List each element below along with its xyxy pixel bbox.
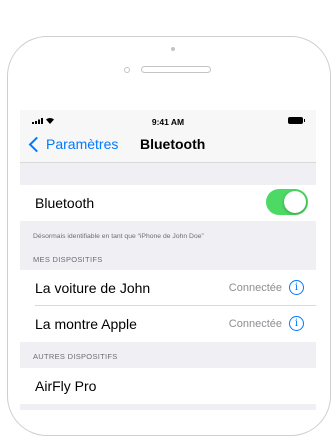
device-status: Connectée: [228, 282, 282, 294]
group-spacer: [20, 163, 316, 185]
status-time: 9:41 AM: [151, 117, 185, 127]
my-devices-header: MES DISPOSITIFS: [33, 255, 103, 264]
back-button[interactable]: Paramètres: [28, 134, 118, 154]
proximity-sensor: [124, 67, 130, 73]
bluetooth-toggle[interactable]: [266, 189, 308, 215]
back-label: Paramètres: [46, 136, 119, 152]
bluetooth-label: Bluetooth: [35, 195, 95, 211]
navigation-bar: 9:41 AM Paramètres Bluetooth: [20, 110, 316, 163]
other-devices-header: AUTRES DISPOSITIFS: [33, 352, 118, 361]
toggle-knob: [284, 191, 306, 213]
phone-screen: 9:41 AM Paramètres Bluetooth Bluetooth D…: [20, 110, 316, 410]
earpiece-speaker: [141, 66, 211, 73]
device-row-car[interactable]: La voiture de John Connectée i: [20, 270, 316, 306]
device-row-watch[interactable]: La montre Apple Connectée i: [20, 306, 316, 342]
device-row-airfly[interactable]: AirFly Pro: [20, 368, 316, 404]
device-status: Connectée: [228, 318, 282, 330]
bluetooth-row: Bluetooth: [20, 185, 316, 221]
device-name: AirFly Pro: [35, 378, 97, 394]
info-icon[interactable]: i: [289, 316, 304, 331]
device-name: La montre Apple: [35, 316, 137, 332]
chevron-left-icon: [28, 136, 45, 152]
info-icon[interactable]: i: [289, 280, 304, 295]
front-camera: [171, 47, 175, 51]
device-name: La voiture de John: [35, 280, 151, 296]
discoverable-note: Désormais identifiable en tant que “iPho…: [33, 233, 204, 240]
battery-icon: [288, 117, 305, 124]
page-title: Bluetooth: [140, 136, 206, 152]
